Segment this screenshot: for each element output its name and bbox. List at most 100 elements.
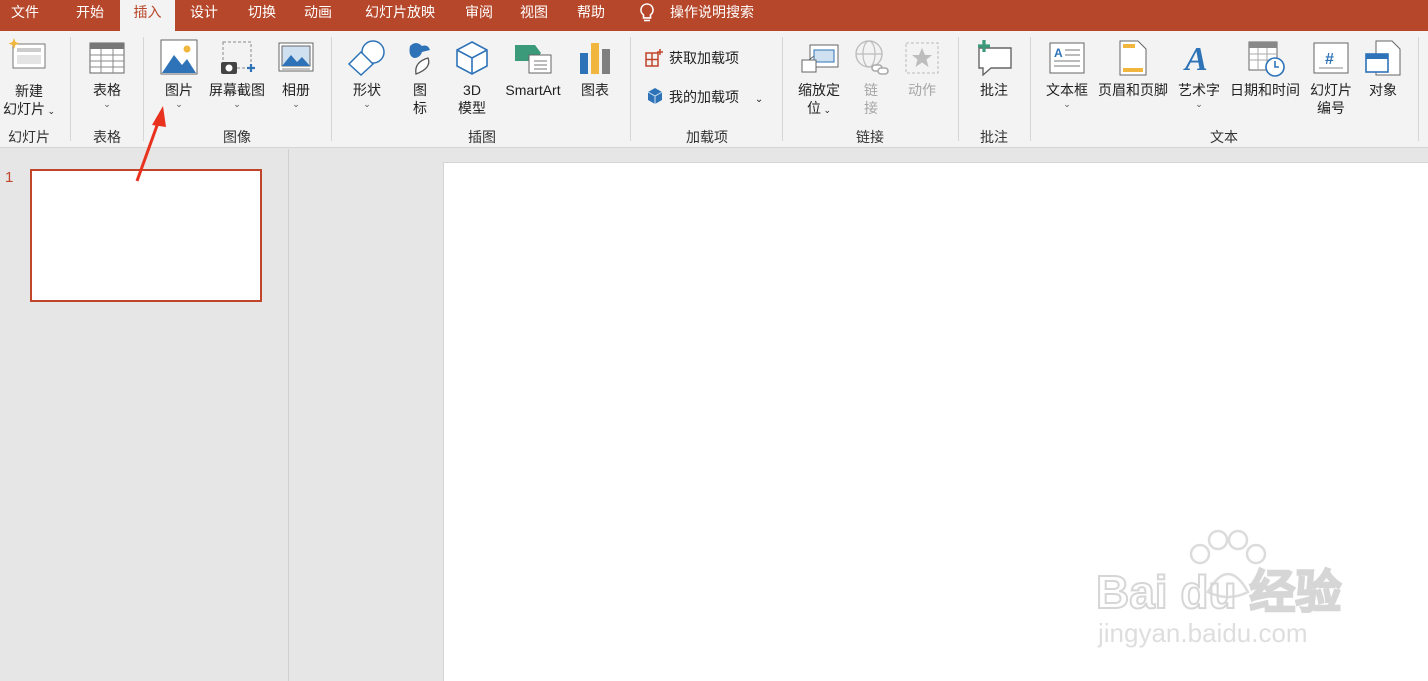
screenshot-button[interactable]: 屏幕截图 ⌄ [204,81,270,109]
tell-me-search[interactable]: 操作说明搜索 [670,0,754,24]
icons-label-1: 图 [413,82,427,98]
icons-icon [409,43,430,75]
chevron-down-icon: ⌄ [754,94,764,105]
wordart-icon: A [1183,41,1208,75]
tab-review[interactable]: 审阅 [452,0,506,31]
watermark-url: jingyan.baidu.com [1097,618,1308,648]
group-label-illustrations: 插图 [468,129,496,145]
3d-models-button[interactable]: 3D 模型 [450,81,494,117]
svg-text:A: A [1054,46,1063,60]
separator [782,37,783,141]
new-slide-label-2: 幻灯片 ⌄ [2,101,56,117]
photo-album-icon [278,42,314,72]
zoom-label-1: 缩放定 [798,82,840,98]
ribbon-insert: 新建 幻灯片 ⌄ 幻灯片 表格 ⌄ 表格 图片 ⌄ 屏幕截图 ⌄ 相册 ⌄ 图像… [0,31,1428,148]
tab-home[interactable]: 开始 [62,0,118,31]
wordart-button[interactable]: 艺术字 ⌄ [1174,81,1224,109]
tab-animations[interactable]: 动画 [291,0,345,31]
tab-file[interactable]: 文件 [0,0,50,31]
tab-insert[interactable]: 插入 [120,0,175,31]
shapes-icon [347,40,385,76]
slide-number: 1 [5,169,14,186]
link-icon [855,40,889,75]
my-addins-icon [647,88,663,104]
photo-album-button[interactable]: 相册 ⌄ [274,81,318,109]
zoom-icon [801,44,839,73]
baidu-watermark: Bai du 经验 jingyan.baidu.com [1095,529,1342,648]
object-label: 对象 [1369,82,1397,98]
smartart-button[interactable]: SmartArt [497,81,569,99]
picture-button[interactable]: 图片 ⌄ [157,81,201,109]
new-slide-label-1: 新建 [15,83,43,99]
date-time-icon [1248,41,1285,77]
textbox-button[interactable]: 文本框 ⌄ [1041,81,1093,109]
separator [958,37,959,141]
tab-view[interactable]: 视图 [506,0,562,31]
tab-transitions[interactable]: 切换 [233,0,291,31]
separator [331,37,332,141]
wordart-label: 艺术字 [1178,82,1220,98]
group-label-text: 文本 [1210,129,1238,145]
table-button[interactable]: 表格 ⌄ [82,81,132,109]
3d-models-label-1: 3D [463,82,481,98]
tab-help[interactable]: 帮助 [563,0,619,31]
new-slide-button[interactable]: 新建 幻灯片 ⌄ [0,82,58,120]
cube-icon [456,41,488,75]
photo-album-label: 相册 [282,82,310,98]
store-icon [645,49,663,67]
ribbon-tab-bar: 文件 开始 插入 设计 切换 动画 幻灯片放映 审阅 视图 帮助 操作说明搜索 [0,0,1428,31]
separator [143,37,144,141]
smartart-icon [515,45,552,74]
lightbulb-icon[interactable] [637,2,657,24]
group-label-images: 图像 [223,129,251,145]
group-label-addins: 加载项 [686,129,728,145]
comment-button[interactable]: 批注 [972,81,1016,99]
link-button[interactable]: 链 接 [856,81,886,117]
separator [1030,37,1031,141]
separator [630,37,631,141]
slide-thumbnail[interactable] [30,169,262,302]
header-footer-label: 页眉和页脚 [1098,82,1168,98]
action-button[interactable]: 动作 [900,81,944,99]
watermark-brand: Bai du 经验 [1096,566,1341,618]
my-addins-label: 我的加载项 [669,89,739,105]
chevron-down-icon: ⌄ [1063,99,1071,109]
slide-number-label-2: 编号 [1317,100,1345,116]
chart-icon [580,43,610,74]
shapes-button[interactable]: 形状 ⌄ [345,81,389,109]
object-button[interactable]: 对象 [1361,81,1405,99]
3d-models-label-2: 模型 [458,100,486,116]
table-label: 表格 [93,82,121,98]
table-icon [89,42,125,74]
group-label-comments: 批注 [980,129,1008,145]
chart-label: 图表 [581,82,609,98]
link-label-2: 接 [864,100,878,116]
slide-number-button[interactable]: 幻灯片 编号 [1304,81,1358,117]
header-footer-button[interactable]: 页眉和页脚 [1093,81,1173,99]
picture-icon [160,39,198,75]
icons-button[interactable]: 图 标 [398,81,442,117]
chevron-down-icon: ⌄ [363,99,371,109]
date-time-label: 日期和时间 [1230,82,1300,98]
tab-design[interactable]: 设计 [177,0,231,31]
smartart-label: SmartArt [505,82,561,98]
slide-number-label-1: 幻灯片 [1310,82,1352,98]
zoom-label-2: 位 ⌄ [806,100,832,116]
tab-slideshow[interactable]: 幻灯片放映 [350,0,450,31]
link-label-1: 链 [864,82,878,98]
new-slide-icon [8,38,46,69]
action-icon [905,42,939,74]
picture-label: 图片 [165,82,193,98]
date-time-button[interactable]: 日期和时间 [1226,81,1304,99]
powerpoint-window: 文件 开始 插入 设计 切换 动画 幻灯片放映 审阅 视图 帮助 操作说明搜索 … [0,0,1428,681]
group-label-tables: 表格 [93,129,121,145]
zoom-button[interactable]: 缩放定 位 ⌄ [792,81,846,119]
get-addins-button[interactable]: 获取加载项 [669,49,739,67]
slide-number-icon: # [1313,42,1349,74]
object-icon [1365,40,1401,76]
comment-label: 批注 [980,82,1008,98]
chevron-down-icon: ⌄ [292,99,300,109]
my-addins-button[interactable]: 我的加载项 ⌄ [669,88,763,109]
chart-button[interactable]: 图表 [573,81,617,99]
group-label-links: 链接 [856,129,884,145]
